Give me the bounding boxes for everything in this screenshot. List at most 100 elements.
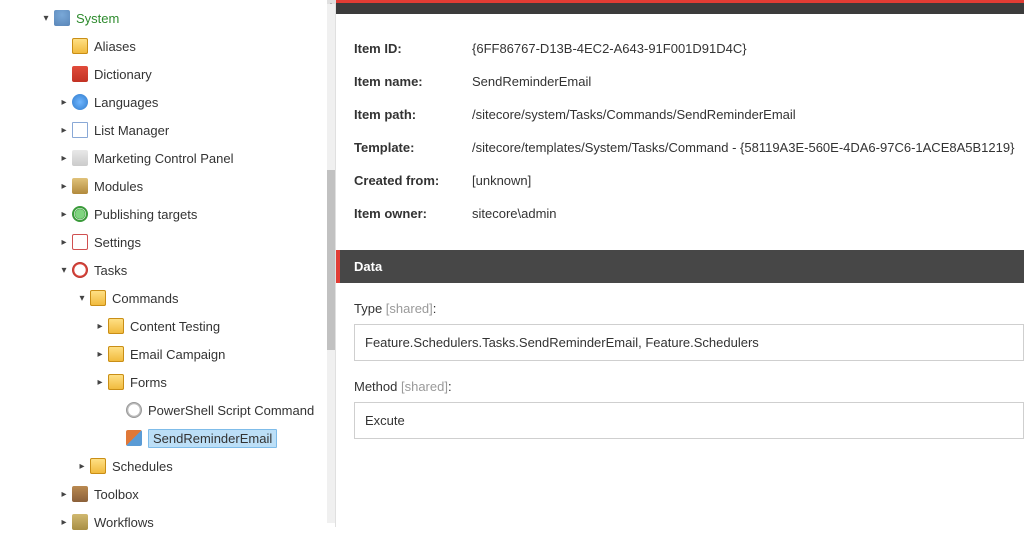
tree-node-modules[interactable]: ▸ Modules [0,172,335,200]
toolbox-icon [72,486,88,502]
tree-node-toolbox[interactable]: ▸ Toolbox [0,480,335,508]
tree-scrollbar-thumb[interactable] [327,170,335,350]
chevron-down-icon[interactable]: ▾ [76,293,88,304]
field-label-text: Method [354,379,401,394]
quick-info-row: Item owner: sitecore\admin [354,197,1024,230]
tree-node-marketing[interactable]: ▸ Marketing Control Panel [0,144,335,172]
chevron-right-icon[interactable]: ▸ [58,489,70,500]
quick-info-row: Item path: /sitecore/system/Tasks/Comman… [354,98,1024,131]
chevron-right-icon[interactable]: ▸ [58,517,70,528]
clock-icon [72,262,88,278]
quick-info-section: Item ID: {6FF86767-D13B-4EC2-A643-91F001… [336,14,1024,250]
book-icon [72,66,88,82]
chevron-down-icon[interactable]: ▾ [58,265,70,276]
settings-icon [72,234,88,250]
system-icon [54,10,70,26]
tree-node-dictionary[interactable]: ▸ Dictionary [0,60,335,88]
field-shared-tag: [shared] [401,379,448,394]
tree-label: Marketing Control Panel [94,151,233,166]
tree-node-aliases[interactable]: ▸ Aliases [0,32,335,60]
quick-info-value: sitecore\admin [472,206,557,221]
chevron-right-icon[interactable]: ▸ [94,321,106,332]
data-section-fields: Type [shared]: Method [shared]: [336,283,1024,457]
folder-icon [90,290,106,306]
tree-node-content-testing[interactable]: ▸ Content Testing [0,312,335,340]
clock-icon [126,402,142,418]
chevron-right-icon[interactable]: ▸ [58,125,70,136]
quick-info-row: Item ID: {6FF86767-D13B-4EC2-A643-91F001… [354,32,1024,65]
section-header-strip [336,0,1024,14]
tree-node-email-campaign[interactable]: ▸ Email Campaign [0,340,335,368]
tree-label: Settings [94,235,141,250]
chevron-down-icon[interactable]: ▾ [40,13,52,24]
field-label-text: Type [354,301,386,316]
tree-label: Commands [112,291,178,306]
workflows-icon [72,514,88,530]
tree-node-sendreminderemail[interactable]: ▸ SendReminderEmail [0,424,335,452]
section-header-data[interactable]: Data [336,250,1024,283]
package-icon [72,178,88,194]
tree-node-settings[interactable]: ▸ Settings [0,228,335,256]
method-input[interactable] [354,402,1024,439]
type-input[interactable] [354,324,1024,361]
tree-label: Tasks [94,263,127,278]
tree-node-system[interactable]: ▾ System [0,4,335,32]
tree-node-powershell[interactable]: ▸ PowerShell Script Command [0,396,335,424]
globe-icon [72,94,88,110]
tree-label: Modules [94,179,143,194]
tree-label: SendReminderEmail [148,429,277,448]
chevron-right-icon[interactable]: ▸ [58,181,70,192]
section-title: Data [354,259,382,274]
quick-info-row: Item name: SendReminderEmail [354,65,1024,98]
tree-label: Aliases [94,39,136,54]
chevron-right-icon[interactable]: ▸ [94,377,106,388]
tree-node-list-manager[interactable]: ▸ List Manager [0,116,335,144]
tree-node-commands[interactable]: ▾ Commands [0,284,335,312]
quick-info-label: Item name: [354,74,472,89]
tree-label: Content Testing [130,319,220,334]
chevron-right-icon[interactable]: ▸ [58,237,70,248]
chevron-right-icon[interactable]: ▸ [58,97,70,108]
tree-label: PowerShell Script Command [148,403,314,418]
field-label: Method [shared]: [354,379,1024,394]
folder-icon [108,374,124,390]
field-type: Type [shared]: [354,301,1024,361]
quick-info-value: SendReminderEmail [472,74,591,89]
tree-label: Languages [94,95,158,110]
tree-node-publishing[interactable]: ▸ Publishing targets [0,200,335,228]
tree-label: List Manager [94,123,169,138]
tree-label: Schedules [112,459,173,474]
tree-label: Publishing targets [94,207,197,222]
chevron-right-icon[interactable]: ▸ [94,349,106,360]
tree-label: Workflows [94,515,154,530]
tree-label: Email Campaign [130,347,225,362]
quick-info-row: Template: /sitecore/templates/System/Tas… [354,131,1024,164]
content-editor-pane: Item ID: {6FF86767-D13B-4EC2-A643-91F001… [336,0,1024,527]
tree-label: Toolbox [94,487,139,502]
field-method: Method [shared]: [354,379,1024,439]
quick-info-label: Item path: [354,107,472,122]
tree-node-languages[interactable]: ▸ Languages [0,88,335,116]
tree-label: Forms [130,375,167,390]
command-icon [126,430,142,446]
folder-icon [90,458,106,474]
field-label: Type [shared]: [354,301,1024,316]
quick-info-row: Created from: [unknown] [354,164,1024,197]
tree-node-schedules[interactable]: ▸ Schedules [0,452,335,480]
tree-label: Dictionary [94,67,152,82]
quick-info-value: /sitecore/system/Tasks/Commands/SendRemi… [472,107,796,122]
quick-info-value: {6FF86767-D13B-4EC2-A643-91F001D91D4C} [472,41,747,56]
quick-info-label: Item ID: [354,41,472,56]
folder-icon [72,38,88,54]
chevron-right-icon[interactable]: ▸ [76,461,88,472]
chevron-right-icon[interactable]: ▸ [58,153,70,164]
tree-node-tasks[interactable]: ▾ Tasks [0,256,335,284]
folder-icon [108,318,124,334]
tree-node-forms[interactable]: ▸ Forms [0,368,335,396]
quick-info-label: Created from: [354,173,472,188]
quick-info-value: /sitecore/templates/System/Tasks/Command… [472,140,1014,155]
chevron-right-icon[interactable]: ▸ [58,209,70,220]
tree-node-workflows[interactable]: ▸ Workflows [0,508,335,536]
dashboard-icon [72,150,88,166]
content-tree-pane: ▴ ▾ System ▸ Aliases ▸ [0,0,336,527]
